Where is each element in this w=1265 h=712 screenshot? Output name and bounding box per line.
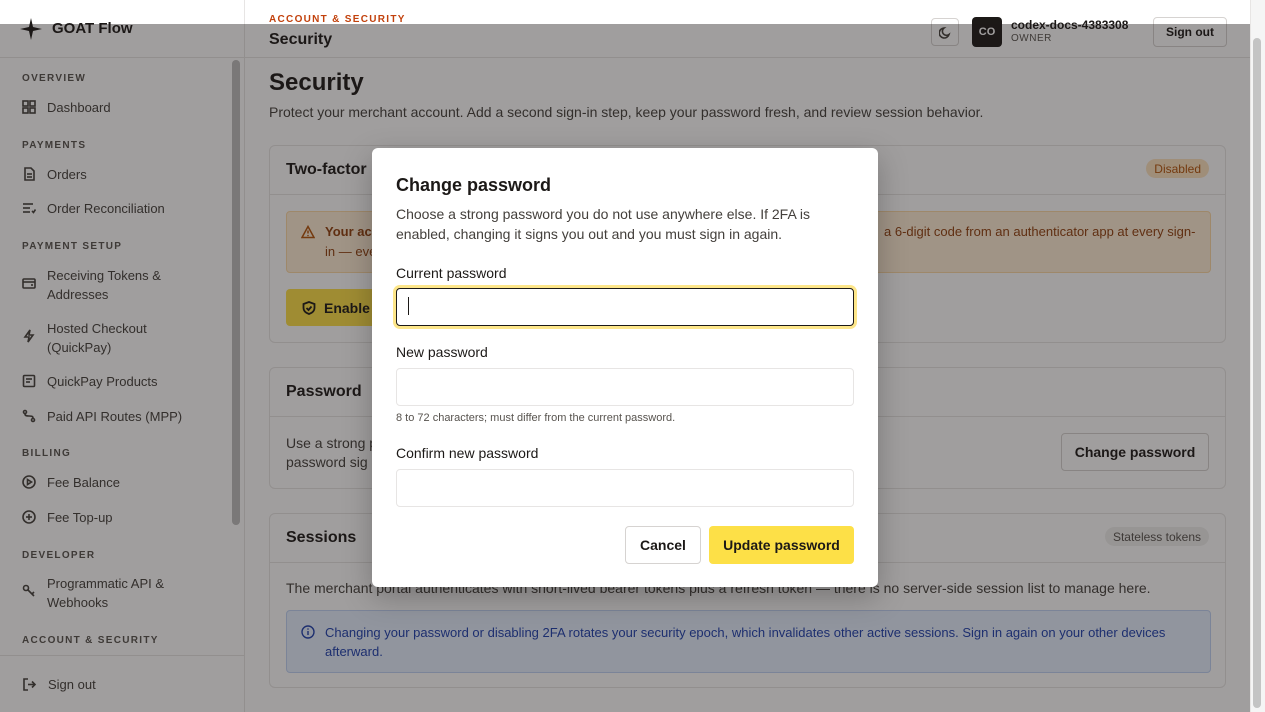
dialog-description: Choose a strong password you do not use … <box>396 206 811 242</box>
current-password-input[interactable] <box>396 288 854 326</box>
page-scrollbar[interactable] <box>1253 38 1261 708</box>
text-caret <box>408 297 409 315</box>
new-password-input[interactable] <box>396 368 854 406</box>
change-password-dialog: Change password Choose a strong password… <box>372 148 878 587</box>
new-password-hint: 8 to 72 characters; must differ from the… <box>396 412 676 424</box>
update-password-button[interactable]: Update password <box>709 526 854 564</box>
dialog-title: Change password <box>396 175 552 195</box>
confirm-password-label: Confirm new password <box>396 445 539 461</box>
cancel-button[interactable]: Cancel <box>625 526 701 564</box>
current-password-label: Current password <box>396 265 507 281</box>
confirm-password-input[interactable] <box>396 469 854 507</box>
new-password-label: New password <box>396 344 488 360</box>
